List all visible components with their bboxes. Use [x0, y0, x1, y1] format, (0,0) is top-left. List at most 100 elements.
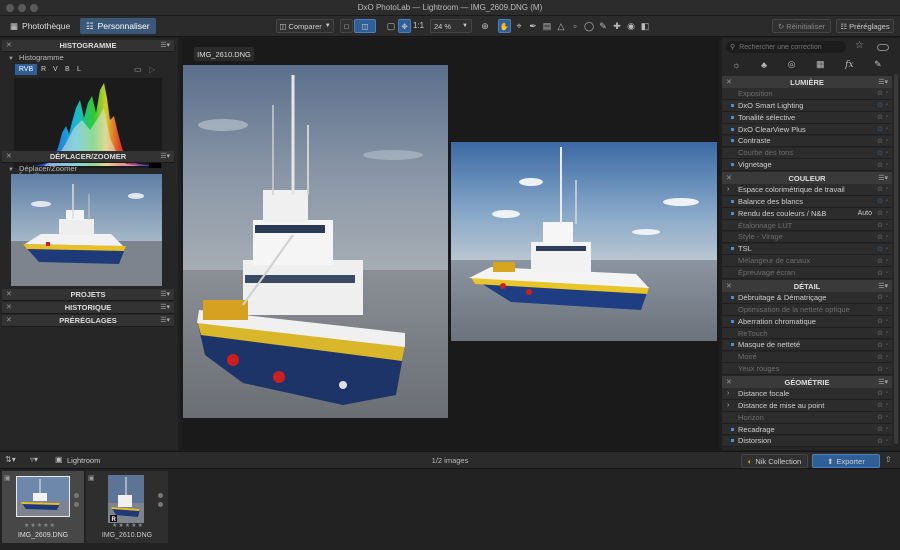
menu-icon[interactable]: ☰▾: [878, 282, 888, 290]
favorite-star-icon[interactable]: ☆: [876, 401, 884, 409]
close-icon[interactable]: ✕: [6, 41, 12, 49]
favorite-star-icon[interactable]: ☆: [876, 245, 884, 253]
pin-icon[interactable]: ▫: [884, 138, 890, 144]
rating-stars[interactable]: ★★★★★: [24, 522, 56, 529]
favorite-star-icon[interactable]: ☆: [876, 329, 884, 337]
export-button[interactable]: ⬆ Exporter: [812, 454, 880, 468]
navigator-thumbnail[interactable]: [11, 174, 162, 286]
favorite-star-icon[interactable]: ☆: [876, 305, 884, 313]
pin-icon[interactable]: ▫: [884, 246, 890, 252]
menu-icon[interactable]: ☰▾: [878, 174, 888, 182]
geometry-tab-icon[interactable]: ▦: [816, 59, 825, 70]
correction-row[interactable]: Mélangeur de canaux ☆ ▫: [722, 255, 892, 268]
filmstrip-item[interactable]: ▣ ★★★★★ IMG_2609.DNG: [2, 471, 84, 543]
correction-row[interactable]: Courbe des tons ☆ ▫: [722, 147, 892, 160]
single-view-button[interactable]: □: [340, 19, 353, 33]
move-zoom-header[interactable]: ✕ DÉPLACER/ZOOMER ☰▾: [2, 151, 174, 163]
pin-icon[interactable]: ▫: [884, 126, 890, 132]
correction-row[interactable]: Contraste ☆ ▫: [722, 135, 892, 148]
favorite-star-icon[interactable]: ☆: [876, 413, 884, 421]
favorite-star-icon[interactable]: ☆: [876, 425, 884, 433]
tab-personnaliser[interactable]: ☷ Personnaliser: [80, 18, 156, 34]
pin-icon[interactable]: ▫: [884, 294, 890, 300]
favorite-star-icon[interactable]: ☆: [876, 317, 884, 325]
pin-icon[interactable]: ▫: [884, 198, 890, 204]
retouch-icon[interactable]: ◯: [583, 20, 595, 32]
histogram-subheader[interactable]: ▼ Histogramme: [8, 53, 64, 62]
favorite-star-icon[interactable]: ☆: [876, 101, 884, 109]
favorite-star-icon[interactable]: ☆: [876, 233, 884, 241]
favorite-star-icon[interactable]: ☆: [876, 89, 884, 97]
close-icon[interactable]: ✕: [726, 378, 732, 386]
channel-b[interactable]: B: [65, 66, 70, 73]
pin-icon[interactable]: ▫: [884, 366, 890, 372]
correction-row[interactable]: ReTouch ☆ ▫: [722, 327, 892, 340]
pin-icon[interactable]: ▫: [884, 234, 890, 240]
zoom-in-icon[interactable]: ⊕: [479, 20, 491, 32]
favorite-star-icon[interactable]: ☆: [876, 257, 884, 265]
correction-row[interactable]: Vignetage ☆ ▫: [722, 159, 892, 172]
correction-row[interactable]: Yeux rouges ☆ ▫: [722, 363, 892, 376]
volume-deformation-icon[interactable]: ▫: [569, 20, 581, 32]
pin-icon[interactable]: ▫: [884, 270, 890, 276]
pin-icon[interactable]: ▫: [884, 102, 890, 108]
correction-row[interactable]: Balance des blancs ☆ ▫: [722, 195, 892, 208]
zoom-select[interactable]: 24 % ▼: [430, 19, 472, 33]
hand-tool-button[interactable]: ✋: [498, 19, 511, 33]
correction-row[interactable]: Aberration chromatique ☆ ▫: [722, 315, 892, 328]
menu-icon[interactable]: ☰▾: [160, 290, 170, 298]
crop-icon[interactable]: ⌖: [513, 20, 525, 32]
local-adjustments-icon[interactable]: ✎: [597, 20, 609, 32]
section-couleur[interactable]: ✕ COULEUR ☰▾: [722, 172, 892, 184]
correction-row[interactable]: Rendu des couleurs / N&B Auto ☆ ▫: [722, 207, 892, 220]
pin-icon[interactable]: ▫: [884, 114, 890, 120]
menu-icon[interactable]: ☰▾: [160, 152, 170, 160]
favorite-star-icon[interactable]: ☆: [876, 269, 884, 277]
pin-icon[interactable]: ▫: [884, 150, 890, 156]
menu-icon[interactable]: ☰▾: [878, 378, 888, 386]
correction-row[interactable]: Tonalité sélective ☆ ▫: [722, 111, 892, 124]
horizon-icon[interactable]: ▤: [541, 20, 553, 32]
detail-tab-icon[interactable]: ◎: [788, 59, 796, 70]
channel-l[interactable]: L: [77, 66, 81, 73]
fit-screen-icon[interactable]: ▢: [385, 20, 397, 32]
history-header[interactable]: ✕ HISTORIQUE ☰▾: [2, 302, 174, 314]
share-icon[interactable]: ⇧: [885, 455, 892, 464]
favorite-star-icon[interactable]: ☆: [876, 341, 884, 349]
pin-icon[interactable]: ▫: [884, 222, 890, 228]
correction-row[interactable]: Optimisation de la netteté optique ☆ ▫: [722, 303, 892, 316]
before-after-icon[interactable]: ◧: [639, 20, 651, 32]
close-icon[interactable]: ✕: [726, 174, 732, 182]
pin-icon[interactable]: ▫: [884, 330, 890, 336]
favorite-star-icon[interactable]: ☆: [876, 197, 884, 205]
image-after[interactable]: [451, 142, 717, 341]
favorite-star-icon[interactable]: ☆: [876, 221, 884, 229]
perspective-icon[interactable]: △: [555, 20, 567, 32]
menu-icon[interactable]: ☰▾: [878, 78, 888, 86]
move-tool-button[interactable]: ✥: [398, 19, 411, 33]
nik-collection-button[interactable]: ◐ Nik Collection: [741, 454, 808, 468]
correction-row[interactable]: Style - Virage ☆ ▫: [722, 231, 892, 244]
repair-icon[interactable]: ✚: [611, 20, 623, 32]
split-view-button[interactable]: ◫: [354, 19, 376, 33]
search-box[interactable]: ⚲: [726, 41, 846, 53]
favorites-star-icon[interactable]: ☆: [855, 40, 864, 51]
projects-header[interactable]: ✕ PROJETS ☰▾: [2, 289, 174, 301]
favorite-star-icon[interactable]: ☆: [876, 161, 884, 169]
pin-icon[interactable]: ▫: [884, 354, 890, 360]
light-tab-icon[interactable]: ☼: [732, 60, 740, 70]
pin-icon[interactable]: ▫: [884, 258, 890, 264]
pin-icon[interactable]: ▫: [884, 162, 890, 168]
sort-icon[interactable]: ⇅▾: [5, 455, 16, 464]
correction-row[interactable]: Recadrage ☆ ▫: [722, 423, 892, 436]
favorite-star-icon[interactable]: ☆: [876, 365, 884, 373]
favorite-star-icon[interactable]: ☆: [876, 185, 884, 193]
close-icon[interactable]: ✕: [726, 78, 732, 86]
presets-panel-header[interactable]: ✕ PRÉRÉGLAGES ☰▾: [2, 315, 174, 327]
favorite-star-icon[interactable]: ☆: [876, 209, 884, 217]
correction-row[interactable]: Débruitage & Dématriçage ☆ ▫: [722, 292, 892, 304]
favorite-star-icon[interactable]: ☆: [876, 113, 884, 121]
menu-icon[interactable]: ☰▾: [160, 303, 170, 311]
favorite-star-icon[interactable]: ☆: [876, 125, 884, 133]
filmstrip-item[interactable]: ▣ R ★★★★★ IMG_2610.DNG: [86, 471, 168, 543]
